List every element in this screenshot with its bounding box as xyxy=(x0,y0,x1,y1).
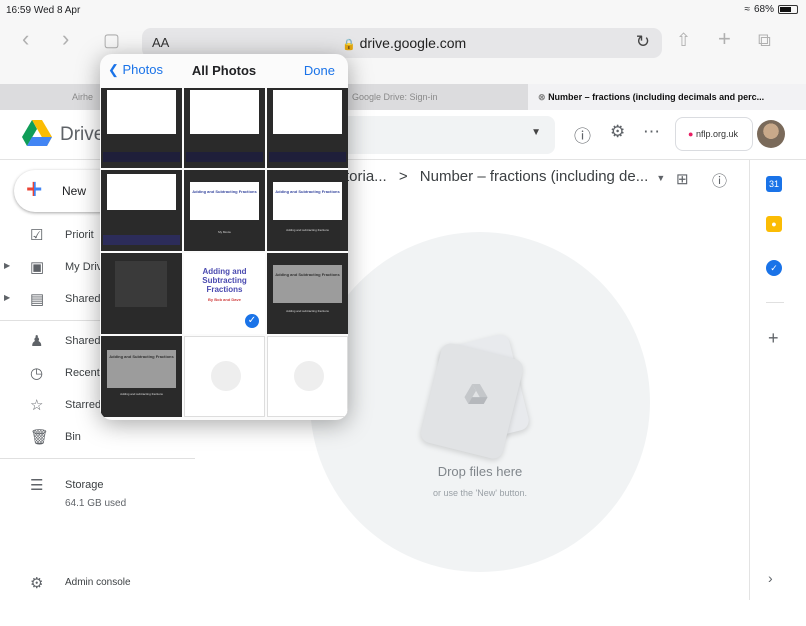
done-button[interactable]: Done xyxy=(304,63,335,78)
help-icon[interactable]: ⓘ xyxy=(574,122,591,147)
storage-icon: ☰ xyxy=(30,477,44,494)
folder-menu-icon[interactable]: ▼ xyxy=(656,173,665,183)
reload-icon[interactable]: ↻ xyxy=(636,32,650,52)
sidebar-item-bin[interactable]: 🗑 Bin xyxy=(0,422,200,452)
checkbox-icon: ☑ xyxy=(30,227,44,244)
plus-icon: + xyxy=(26,173,43,204)
expand-panel-icon[interactable]: › xyxy=(768,570,773,586)
rail-divider xyxy=(766,302,784,303)
photo-thumbnail[interactable] xyxy=(267,88,348,168)
calendar-icon[interactable]: 31 xyxy=(766,176,782,192)
settings-gear-icon[interactable]: ⚙ xyxy=(610,122,625,142)
star-icon: ☆ xyxy=(30,397,44,414)
drive-logo-icon[interactable] xyxy=(22,120,52,146)
clock-icon: ◷ xyxy=(30,365,44,382)
keep-icon[interactable]: ● xyxy=(766,216,782,232)
text-size-button[interactable]: AA xyxy=(152,35,169,50)
sidebar-item-storage[interactable]: ☰ Storage xyxy=(0,470,200,500)
sidebar-divider xyxy=(0,458,195,459)
expand-arrow-icon[interactable]: ▶ xyxy=(4,293,10,302)
admin-console-link[interactable]: ⚙ Admin console xyxy=(0,568,200,598)
status-time: 16:59 xyxy=(6,5,32,16)
side-panel: 31 ● ✓ + › xyxy=(749,160,806,600)
tab-drive-signin[interactable]: Google Drive: Sign-in xyxy=(342,84,527,110)
photo-thumbnail[interactable] xyxy=(101,253,182,334)
close-tab-icon[interactable]: ⊗ xyxy=(538,92,546,102)
tasks-icon[interactable]: ✓ xyxy=(766,260,782,276)
breadcrumb-current[interactable]: Number – fractions (including de... xyxy=(420,168,648,185)
drive-icon: ▣ xyxy=(30,259,45,276)
search-options-icon[interactable]: ▼ xyxy=(531,127,541,138)
shared-drives-icon: ▤ xyxy=(30,291,45,308)
battery-icon xyxy=(778,5,798,14)
grid-view-icon[interactable]: ⊞ xyxy=(676,170,689,188)
popover-header: ❮ Photos All Photos Done xyxy=(100,54,348,86)
breadcrumb: toria... > Number – fractions (including… xyxy=(345,168,665,185)
empty-state-title: Drop files here xyxy=(437,464,523,479)
photo-thumbnail[interactable] xyxy=(267,336,348,417)
bin-icon: 🗑 xyxy=(30,429,50,446)
avatar[interactable] xyxy=(757,120,785,148)
breadcrumb-separator: > xyxy=(398,168,408,185)
tabs-overview-icon[interactable]: ⧉ xyxy=(758,30,771,51)
photo-thumbnail-selected[interactable]: Adding and Subtracting Fractions By Bob … xyxy=(184,253,265,334)
people-icon: ♟ xyxy=(30,333,44,350)
photo-thumbnail[interactable] xyxy=(184,336,265,417)
photo-thumbnail[interactable] xyxy=(101,88,182,168)
breadcrumb-parent[interactable]: toria... xyxy=(345,168,387,185)
photo-thumbnail[interactable] xyxy=(101,170,182,251)
expand-arrow-icon[interactable]: ▶ xyxy=(4,261,10,270)
apps-grid-icon[interactable]: ⋯ xyxy=(643,122,660,142)
empty-state-subtitle: or use the 'New' button. xyxy=(433,488,527,498)
account-domain: nflp.org.uk xyxy=(695,129,738,139)
search-box[interactable]: ▼ xyxy=(345,116,555,154)
storage-used: 64.1 GB used xyxy=(65,498,127,509)
tab-number-fractions[interactable]: ⊗ Number – fractions (including decimals… xyxy=(528,84,806,110)
photo-thumbnail[interactable]: Adding and Subtracting Fractions Adding … xyxy=(267,170,348,251)
org-logo-icon: ● xyxy=(688,129,694,139)
photo-thumbnail[interactable] xyxy=(184,88,265,168)
photo-thumbnail[interactable]: Adding and Subtracting Fractions Adding … xyxy=(267,253,348,334)
share-icon[interactable]: ⇧ xyxy=(676,30,691,51)
url-text: drive.google.com xyxy=(359,35,467,51)
back-icon[interactable]: ‹ xyxy=(22,26,29,52)
photo-thumbnail[interactable]: Adding and Subtracting Fractions Adding … xyxy=(101,336,182,417)
status-bar: 16:59 Wed 8 Apr ≈ 68% xyxy=(0,0,806,22)
selected-checkmark-icon: ✓ xyxy=(243,312,261,330)
wifi-icon: ≈ xyxy=(744,4,750,15)
status-date: Wed 8 Apr xyxy=(33,5,81,16)
drive-brand: Drive xyxy=(60,124,105,145)
details-info-icon[interactable]: ⓘ xyxy=(712,170,727,191)
add-addon-icon[interactable]: + xyxy=(768,328,779,349)
lock-icon: 🔒 xyxy=(342,39,356,51)
account-chip[interactable]: ● nflp.org.uk xyxy=(675,117,753,151)
bookmarks-icon[interactable]: ▢ xyxy=(103,30,120,51)
new-tab-icon[interactable]: + xyxy=(718,26,731,52)
admin-gear-icon: ⚙ xyxy=(30,575,44,592)
drive-watermark-icon xyxy=(464,384,488,404)
photo-thumbnail[interactable]: Adding and Subtracting Fractions My Movi… xyxy=(184,170,265,251)
battery-percent: 68% xyxy=(753,4,774,15)
photo-picker-popover: ❮ Photos All Photos Done Adding and Subt… xyxy=(100,54,348,420)
forward-icon[interactable]: › xyxy=(62,26,69,52)
